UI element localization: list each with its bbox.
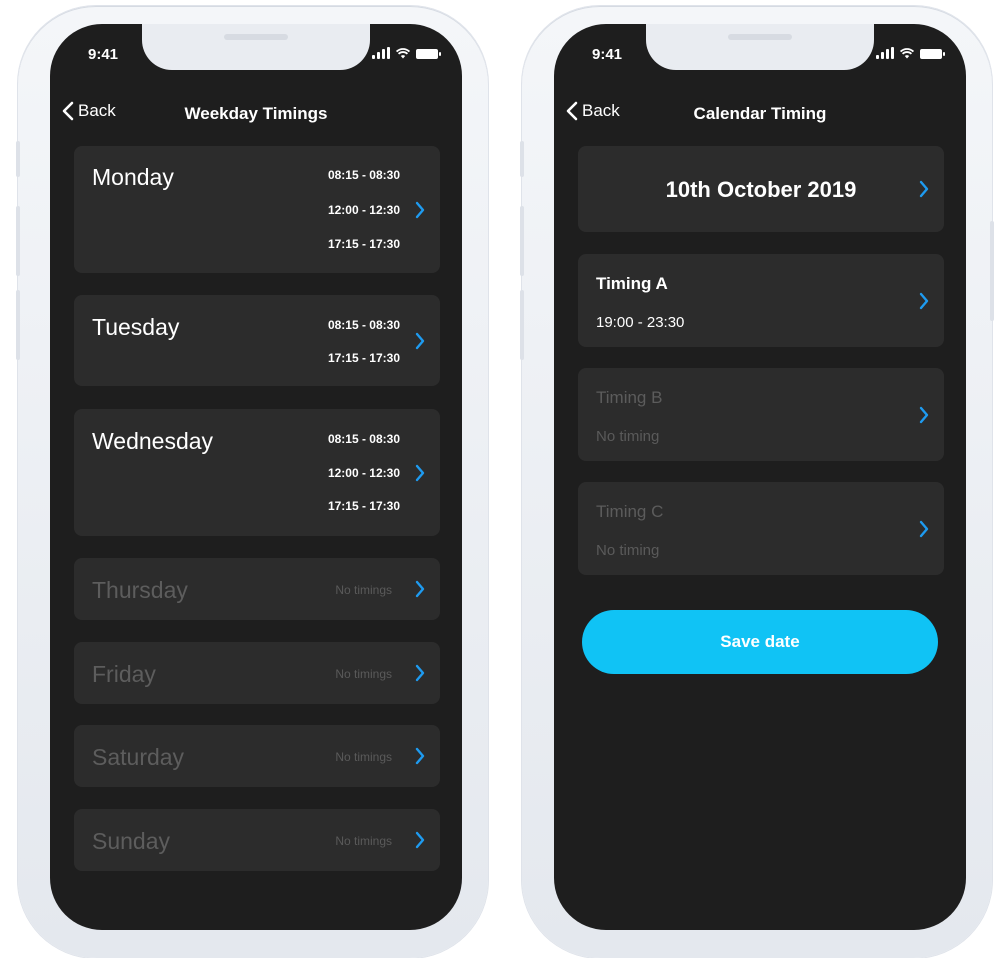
battery-icon: [920, 49, 945, 59]
chevron-right-icon: [919, 292, 929, 310]
timing-slot: 12:00 - 12:30: [327, 466, 400, 480]
day-name: Tuesday: [92, 314, 180, 340]
timing-title: Timing B: [596, 388, 663, 407]
save-date-button[interactable]: Save date: [582, 610, 938, 674]
chevron-right-icon: [415, 464, 425, 482]
timing-card-a[interactable]: Timing A 19:00 - 23:30: [578, 254, 944, 347]
day-name: Thursday: [92, 577, 188, 603]
timing-slot: 08:15 - 08:30: [327, 168, 400, 182]
mute-switch: [16, 141, 20, 177]
screen-calendar-timing: 9:41 Back Calendar Timing 10th October 2…: [554, 24, 966, 930]
no-timings-label: No timings: [335, 583, 392, 597]
chevron-right-icon: [415, 201, 425, 219]
chevron-right-icon: [919, 520, 929, 538]
timing-slot: 08:15 - 08:30: [327, 432, 400, 446]
status-icons: [372, 47, 441, 59]
notch: [142, 24, 370, 70]
timing-slot: 08:15 - 08:30: [327, 318, 400, 332]
timing-slot: 17:15 - 17:30: [327, 499, 400, 513]
chevron-right-icon: [415, 664, 425, 682]
day-card-monday[interactable]: Monday 08:15 - 08:30 12:00 - 12:30 17:15…: [74, 146, 440, 273]
day-card-thursday[interactable]: Thursday No timings: [74, 558, 440, 620]
volume-down-button: [16, 290, 20, 360]
chevron-right-icon: [415, 831, 425, 849]
no-timings-label: No timings: [335, 667, 392, 681]
chevron-right-icon: [415, 332, 425, 350]
timing-slot: 17:15 - 17:30: [327, 237, 400, 251]
status-time: 9:41: [88, 46, 119, 63]
speaker: [224, 34, 288, 40]
chevron-right-icon: [919, 180, 929, 198]
timing-slot: 17:15 - 17:30: [327, 351, 400, 365]
timing-value: No timing: [596, 428, 660, 445]
volume-down-button: [520, 290, 524, 360]
date-picker-card[interactable]: 10th October 2019: [578, 146, 944, 232]
status-icons: [876, 47, 945, 59]
day-card-sunday[interactable]: Sunday No timings: [74, 809, 440, 871]
day-name: Saturday: [92, 744, 185, 770]
timing-card-b[interactable]: Timing B No timing: [578, 368, 944, 461]
battery-icon: [416, 49, 441, 59]
screen-weekday-timings: 9:41 Back Weekday Timings Monday 08:15 -…: [50, 24, 462, 930]
day-name: Wednesday: [92, 428, 214, 454]
day-card-wednesday[interactable]: Wednesday 08:15 - 08:30 12:00 - 12:30 17…: [74, 409, 440, 536]
mute-switch: [520, 141, 524, 177]
day-name: Friday: [92, 661, 156, 687]
volume-up-button: [16, 206, 20, 276]
no-timings-label: No timings: [335, 834, 392, 848]
selected-date: 10th October 2019: [665, 177, 857, 202]
signal-icon: [372, 47, 390, 59]
chevron-right-icon: [919, 406, 929, 424]
chevron-right-icon: [415, 747, 425, 765]
no-timings-label: No timings: [335, 750, 392, 764]
page-title: Calendar Timing: [693, 104, 827, 123]
notch: [646, 24, 874, 70]
power-button: [990, 221, 994, 321]
wifi-icon: [396, 48, 410, 59]
day-name: Sunday: [92, 828, 171, 854]
speaker: [728, 34, 792, 40]
phone-frame-left: 9:41 Back Weekday Timings Monday 08:15 -…: [16, 6, 488, 958]
status-time: 9:41: [592, 46, 623, 63]
volume-up-button: [520, 206, 524, 276]
day-card-saturday[interactable]: Saturday No timings: [74, 725, 440, 787]
page-title: Weekday Timings: [184, 104, 328, 123]
day-card-friday[interactable]: Friday No timings: [74, 642, 440, 704]
timing-card-c[interactable]: Timing C No timing: [578, 482, 944, 575]
chevron-right-icon: [415, 580, 425, 598]
timing-title: Timing A: [596, 274, 668, 293]
day-name: Monday: [92, 164, 174, 190]
timing-value: No timing: [596, 542, 660, 559]
timing-value: 19:00 - 23:30: [596, 314, 685, 331]
wifi-icon: [900, 48, 914, 59]
phone-frame-right: 9:41 Back Calendar Timing 10th October 2…: [520, 6, 994, 958]
day-card-tuesday[interactable]: Tuesday 08:15 - 08:30 17:15 - 17:30: [74, 295, 440, 386]
signal-icon: [876, 47, 894, 59]
timing-slot: 12:00 - 12:30: [327, 203, 400, 217]
timing-title: Timing C: [596, 502, 664, 521]
